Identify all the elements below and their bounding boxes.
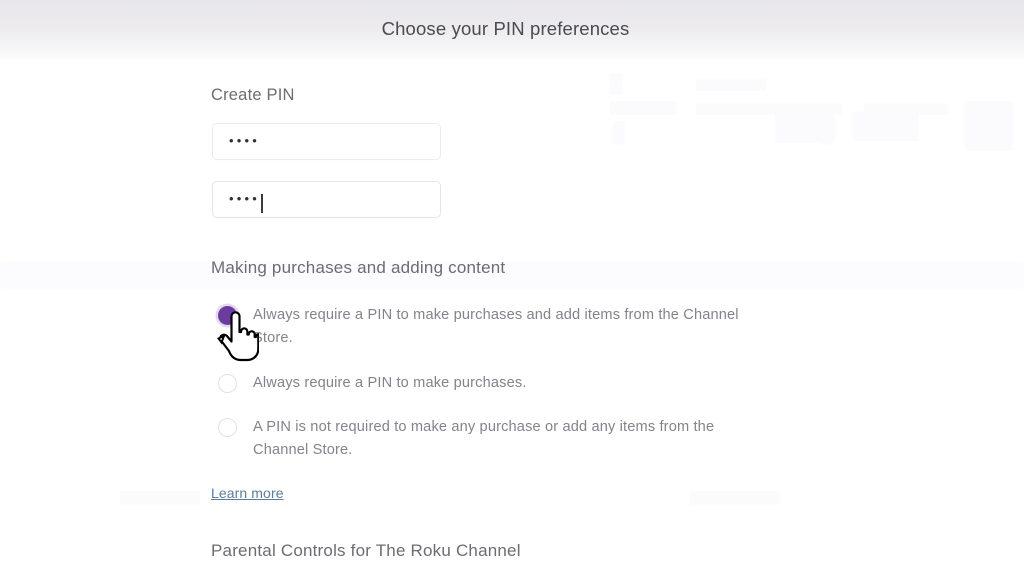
radio-option-always-require-pin-purchases-and-content[interactable]: Always require a PIN to make purchases a… <box>211 304 781 349</box>
radio-option-label: Always require a PIN to make purchases a… <box>253 307 739 346</box>
create-pin-label: Create PIN <box>211 86 295 104</box>
page-header-bar: Choose your PIN preferences <box>0 0 1024 61</box>
purchases-section-heading: Making purchases and adding content <box>211 258 506 277</box>
radio-option-label: A PIN is not required to make any purcha… <box>253 419 715 458</box>
settings-content: Create PIN •••• •••• Making purchases an… <box>0 61 1024 576</box>
radio-button-icon[interactable] <box>218 418 237 437</box>
pin-confirm-input-field[interactable]: •••• <box>212 181 441 218</box>
radio-option-always-require-pin-purchases[interactable]: Always require a PIN to make purchases. <box>211 372 781 395</box>
text-caret <box>261 194 263 213</box>
pin-input-field[interactable]: •••• <box>212 123 441 160</box>
radio-option-label: Always require a PIN to make purchases. <box>253 375 527 391</box>
pin-input-value: •••• <box>229 133 261 148</box>
page-title: Choose your PIN preferences <box>381 18 630 39</box>
radio-button-icon[interactable] <box>218 374 237 393</box>
radio-button-icon[interactable] <box>218 306 237 325</box>
radio-option-no-pin-required[interactable]: A PIN is not required to make any purcha… <box>211 416 781 461</box>
pin-confirm-input-value: •••• <box>229 191 261 206</box>
parental-controls-section-heading: Parental Controls for The Roku Channel <box>211 541 521 560</box>
learn-more-link[interactable]: Learn more <box>211 485 284 501</box>
